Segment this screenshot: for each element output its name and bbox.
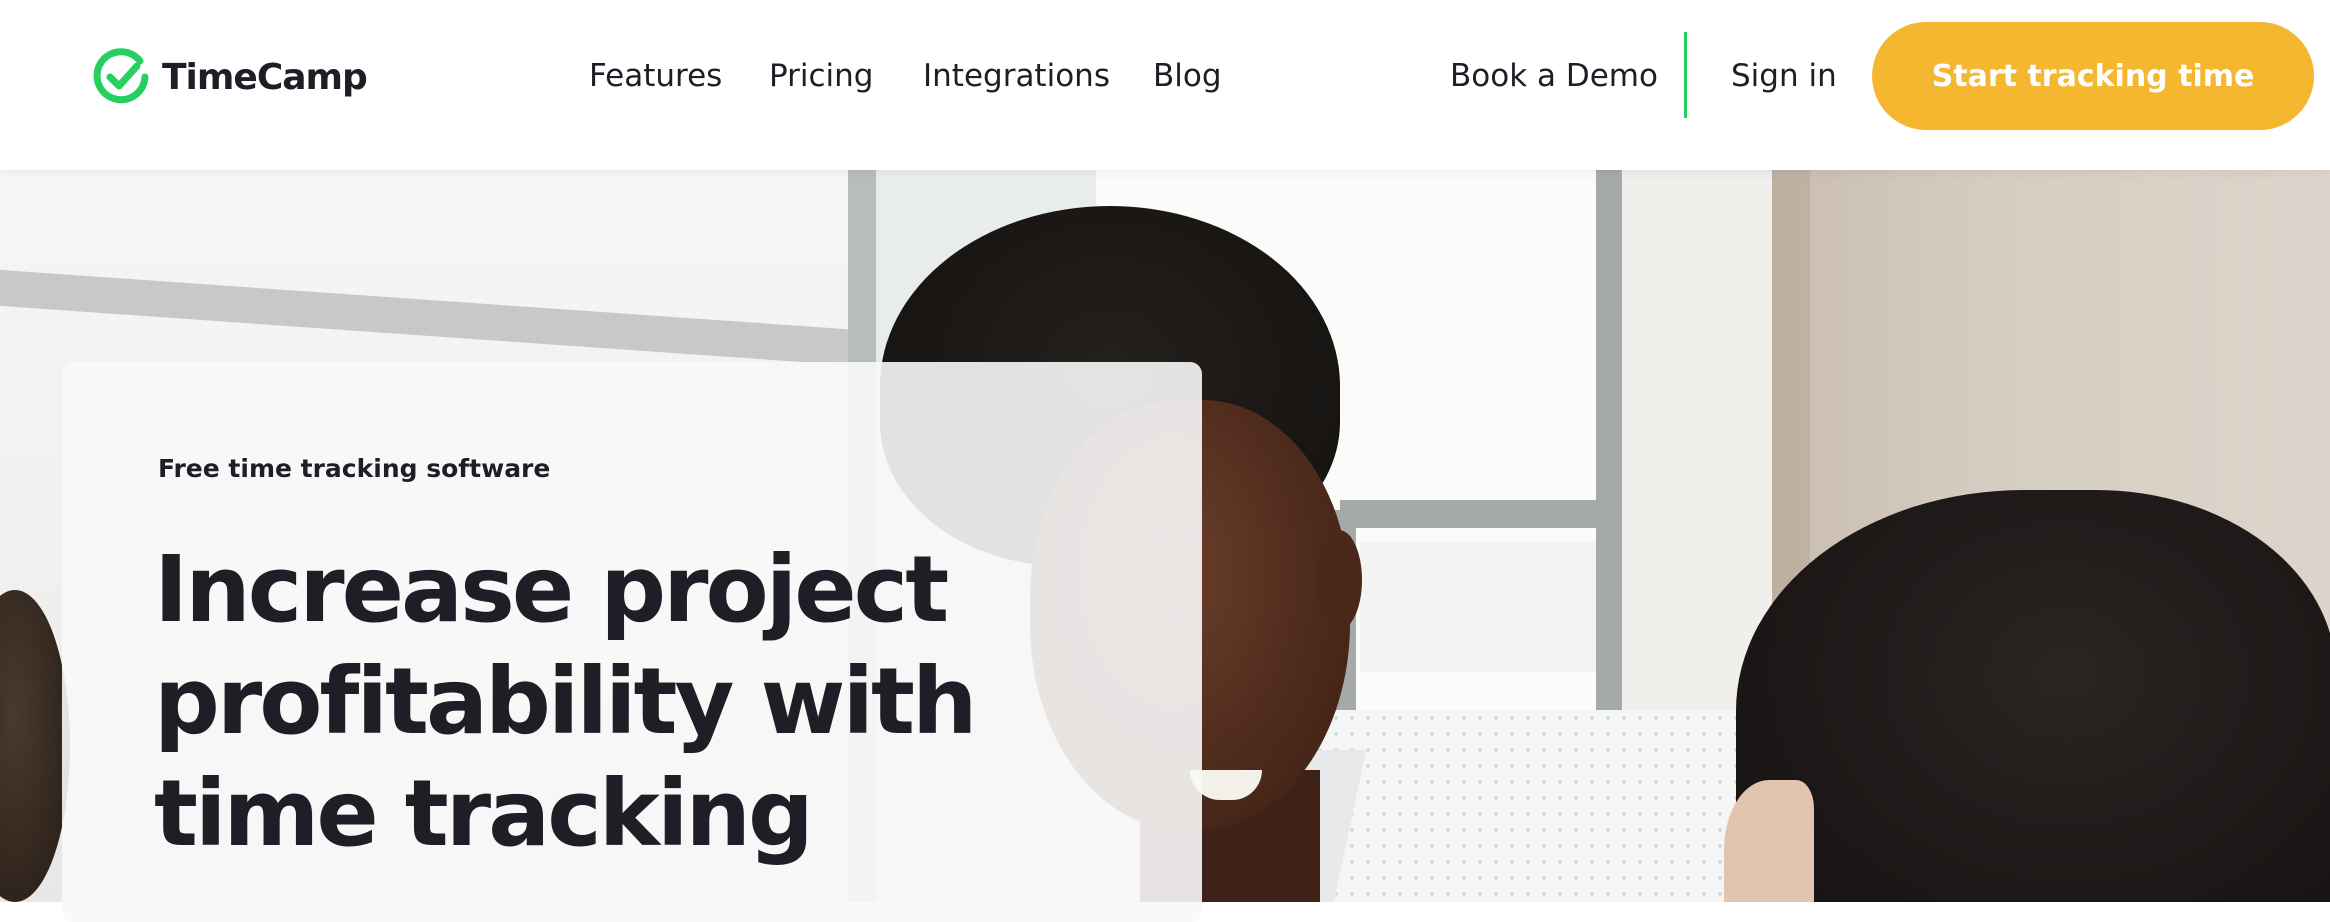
hero-eyebrow: Free time tracking software xyxy=(158,454,551,483)
logo[interactable]: TimeCamp xyxy=(90,46,368,108)
hero-card: Free time tracking software Increase pro… xyxy=(62,362,1202,922)
site-header: TimeCamp Features Pricing Integrations B… xyxy=(0,0,2330,170)
nav-blog[interactable]: Blog xyxy=(1153,52,1222,100)
hero-headline: Increase project profitability with time… xyxy=(154,536,978,867)
check-circle-icon xyxy=(93,48,149,104)
nav-pricing[interactable]: Pricing xyxy=(769,52,874,100)
book-demo-link[interactable]: Book a Demo xyxy=(1450,52,1658,100)
nav-integrations[interactable]: Integrations xyxy=(923,52,1110,100)
logo-text: TimeCamp xyxy=(162,56,368,98)
nav-features[interactable]: Features xyxy=(589,52,722,100)
sign-in-link[interactable]: Sign in xyxy=(1731,52,1837,100)
nav-divider xyxy=(1684,32,1687,118)
start-tracking-button[interactable]: Start tracking time xyxy=(1872,22,2314,130)
